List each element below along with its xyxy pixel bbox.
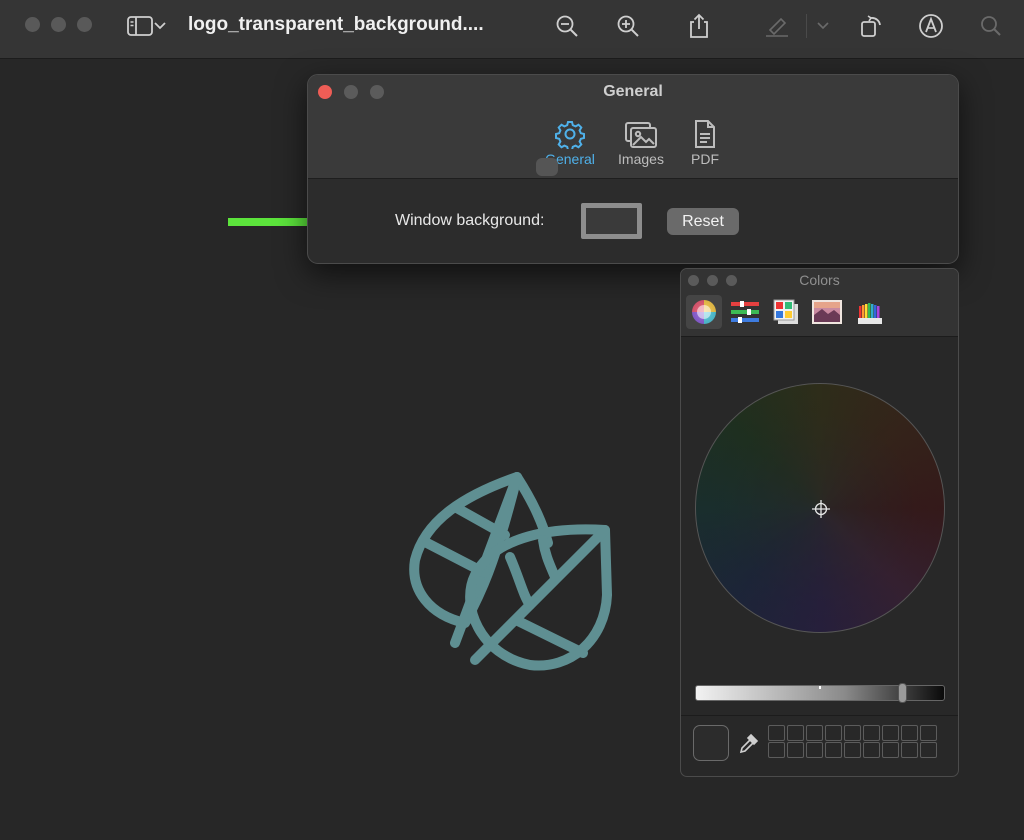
swatch[interactable]: [825, 742, 842, 758]
tab-pdf[interactable]: PDF: [670, 117, 740, 167]
colors-divider: [681, 715, 958, 716]
color-wheel-icon[interactable]: [686, 295, 722, 329]
images-icon: [606, 117, 676, 149]
preferences-titlebar: General General Images PDF: [308, 75, 958, 179]
preferences-title: General: [603, 83, 663, 100]
colors-panel: Colors: [680, 268, 959, 777]
leaf-logo-image: [409, 472, 612, 671]
swatch[interactable]: [882, 742, 899, 758]
swatch[interactable]: [825, 725, 842, 741]
general-preferences-window: General General Images PDF Window backgr…: [307, 74, 959, 264]
swatch[interactable]: [768, 725, 785, 741]
swatch[interactable]: [844, 725, 861, 741]
toolbar-divider: [806, 14, 807, 38]
document-title: logo_transparent_background....: [188, 14, 484, 35]
swatch[interactable]: [806, 725, 823, 741]
brightness-slider[interactable]: [695, 683, 945, 703]
swatch[interactable]: [882, 725, 899, 741]
colors-titlebar: Colors: [681, 269, 958, 337]
chevron-down-icon[interactable]: [150, 10, 170, 42]
swatch[interactable]: [768, 742, 785, 758]
zoom-in-icon[interactable]: [612, 10, 644, 42]
eyedropper-icon[interactable]: [737, 731, 761, 755]
tab-images[interactable]: Images: [606, 117, 676, 167]
tab-pdf-label: PDF: [691, 151, 719, 167]
crosshair-icon[interactable]: [811, 499, 831, 519]
tab-images-label: Images: [618, 151, 664, 167]
markup-icon[interactable]: [915, 10, 947, 42]
color-swatches-grid: [768, 725, 937, 758]
current-color-well[interactable]: [693, 725, 729, 761]
zoom-out-icon[interactable]: [551, 10, 583, 42]
document-icon: [670, 117, 740, 149]
highlight-options-chevron-icon[interactable]: [810, 10, 836, 42]
swatch[interactable]: [901, 725, 918, 741]
slider-tick: [819, 686, 821, 689]
rotate-icon[interactable]: [856, 10, 888, 42]
color-sliders-icon[interactable]: [727, 295, 763, 329]
minimize-window-button[interactable]: [51, 17, 66, 32]
window-background-label: Window background:: [395, 212, 545, 229]
close-window-button[interactable]: [25, 17, 40, 32]
tab-selection-indicator: [536, 158, 558, 176]
swatch[interactable]: [863, 725, 880, 741]
swatch[interactable]: [901, 742, 918, 758]
swatch[interactable]: [787, 742, 804, 758]
swatch[interactable]: [920, 742, 937, 758]
highlight-icon[interactable]: [761, 10, 793, 42]
swatch[interactable]: [806, 742, 823, 758]
swatch[interactable]: [863, 742, 880, 758]
zoom-window-button[interactable]: [77, 17, 92, 32]
reset-button[interactable]: Reset: [667, 208, 739, 235]
slider-knob[interactable]: [898, 683, 907, 703]
pencils-icon[interactable]: [852, 295, 888, 329]
swatch[interactable]: [844, 742, 861, 758]
image-palettes-icon[interactable]: [809, 295, 845, 329]
swatch[interactable]: [920, 725, 937, 741]
search-icon[interactable]: [975, 10, 1007, 42]
share-icon[interactable]: [683, 10, 715, 42]
gear-icon: [535, 117, 605, 149]
window-background-color-well[interactable]: [581, 203, 642, 239]
main-toolbar: logo_transparent_background....: [0, 0, 1024, 59]
color-palettes-icon[interactable]: [768, 295, 804, 329]
swatch[interactable]: [787, 725, 804, 741]
colors-title: Colors: [799, 272, 840, 288]
